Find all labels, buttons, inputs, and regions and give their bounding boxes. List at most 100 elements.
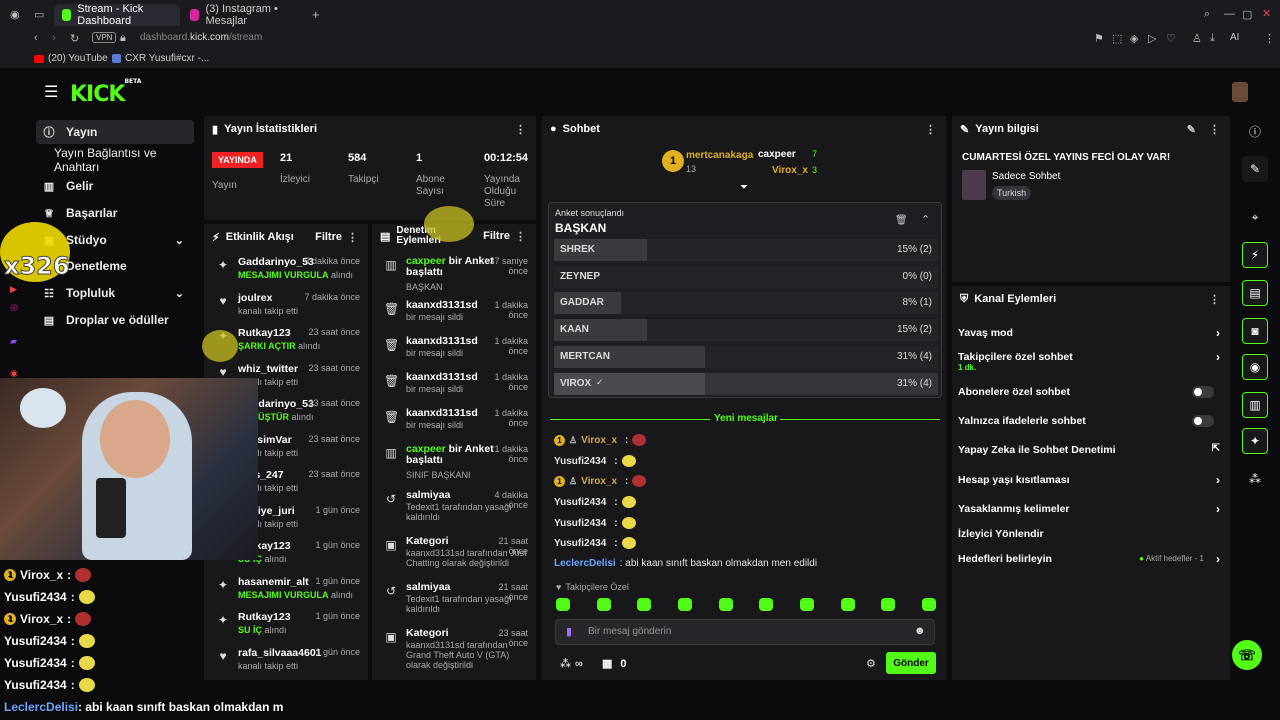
activity-username[interactable]: joulrex	[238, 292, 272, 304]
chevron-right-icon[interactable]: ›	[1216, 326, 1220, 340]
moderation-row[interactable]: 🗑︎ kaanxd3131sd 1 dakika önce bir mesajı si…	[382, 406, 528, 442]
chat-username[interactable]: LeclercDelisi	[554, 558, 616, 569]
bookmark-icon[interactable]: ⚑	[1094, 32, 1104, 45]
close-icon[interactable]: ✕	[1262, 7, 1271, 20]
moderation-row[interactable]: ▣ Kategori 21 saat önce kaanxd3131sd tarafı…	[382, 534, 528, 580]
moderation-row[interactable]: ▥ caxpeer bir Anket başlattı 1 dakika önce…	[382, 442, 528, 488]
activity-row[interactable]: ♥ joulrex 7 dakika önce kanalı takip etti	[214, 290, 360, 324]
moderation-actor[interactable]: kaanxd3131sd	[406, 335, 478, 347]
activity-row[interactable]: ✦ Gaddarinyo_53 5 dakika önce MESAJIMI VURG…	[214, 254, 360, 288]
edit-icon[interactable]: ✎	[1242, 156, 1268, 182]
emote-icon[interactable]	[840, 598, 855, 611]
layout-icon[interactable]: ▥	[1242, 392, 1268, 418]
new-tab-icon[interactable]: +	[312, 7, 320, 22]
kebab-icon[interactable]: ⋮	[1209, 293, 1220, 306]
bookmark-cxr[interactable]: CXR Yusufi#cxr -...	[112, 53, 209, 64]
bookmark-youtube[interactable]: (20) YouTube	[34, 53, 108, 64]
chevron-right-icon[interactable]: ›	[1216, 350, 1220, 364]
moderation-row[interactable]: ↺ salmiyaa 21 saat önce Tedexit1 tarafından…	[382, 580, 528, 626]
moderation-row[interactable]: 🗑︎ kaanxd3131sd 1 dakika önce bir mesajı si…	[382, 334, 528, 370]
filter-button[interactable]: Filtre	[315, 231, 342, 243]
channel-action-0[interactable]: Yavaş mod ›	[958, 326, 1228, 345]
moderation-actor[interactable]: salmiyaa	[406, 489, 450, 501]
trash-icon[interactable]: 🗑︎	[895, 215, 908, 226]
emote-icon[interactable]	[556, 598, 570, 611]
gear-icon[interactable]: ⚙︎	[866, 657, 876, 670]
kebab-icon[interactable]: ⋮	[515, 230, 526, 243]
moderation-actor[interactable]: Kategori	[406, 627, 449, 639]
channel-action-3[interactable]: Yalnızca ifadelerle sohbet	[958, 415, 1228, 433]
emote-icon[interactable]	[637, 598, 652, 611]
more-icon[interactable]: ⋮	[1264, 32, 1275, 45]
toggle-switch[interactable]	[1192, 386, 1214, 398]
emote-icon[interactable]	[677, 598, 692, 611]
forward-icon[interactable]: ›	[52, 32, 56, 44]
channel-action-5[interactable]: Hesap yaşı kısıtlaması ›	[958, 473, 1228, 492]
chevron-right-icon[interactable]: ›	[1216, 552, 1220, 566]
sidebar-item-gelir[interactable]: ▥ Gelir	[36, 174, 194, 198]
youtube-icon[interactable]: ▶	[10, 284, 17, 295]
channel-action-4[interactable]: Yapay Zeka ile Sohbet Denetimi ⇱	[958, 443, 1228, 462]
play-icon[interactable]: ▷	[1148, 32, 1156, 45]
kebab-icon[interactable]: ⋮	[515, 123, 526, 136]
activity-username[interactable]: hasanemir_alt	[238, 576, 309, 588]
shield-icon[interactable]: ◈	[1130, 32, 1138, 45]
top-gifter-name[interactable]: mertcanakaga	[686, 150, 753, 161]
sidebar-item-droplar[interactable]: ▤ Droplar ve ödüller	[36, 308, 194, 332]
moderation-actor[interactable]: kaanxd3131sd	[406, 299, 478, 311]
moderation-row[interactable]: 🗑︎ kaanxd3131sd 1 dakika önce bir mesajı si…	[382, 370, 528, 406]
category-name[interactable]: Sadece Sohbet	[992, 171, 1060, 182]
chat-icon[interactable]: ◙	[1242, 318, 1268, 344]
bolt-icon[interactable]: ⚡︎	[1242, 242, 1268, 268]
document-icon[interactable]: ▤	[1242, 280, 1268, 306]
activity-row[interactable]: ✦ hasanemir_alt 1 gün önce MESAJIMI VURGULA…	[214, 574, 360, 608]
browser-menu-icon[interactable]: ◉	[10, 8, 20, 21]
moderation-actor[interactable]: salmiyaa	[406, 581, 450, 593]
emote-icon[interactable]	[759, 598, 774, 611]
sidebar-item-yayin[interactable]: ⓘ Yayın	[36, 120, 194, 144]
moderation-actor[interactable]: Kategori	[406, 535, 449, 547]
kebab-icon[interactable]: ⋮	[1209, 123, 1220, 136]
chat-username[interactable]: Yusufi2434	[554, 538, 606, 549]
kick-logo[interactable]: KICKBETA	[70, 78, 141, 107]
moderation-actor[interactable]: kaanxd3131sd	[406, 407, 478, 419]
wrench-icon[interactable]: ✦	[1242, 428, 1268, 454]
target-icon[interactable]: ⌖	[1242, 204, 1268, 230]
channel-action-1[interactable]: Takipçilere özel sohbet 1 dk. ›	[958, 350, 1228, 372]
activity-row[interactable]: ♥ rafa_silvaaa4601 1 gün önce kanalı takip …	[214, 645, 360, 679]
moderation-actor[interactable]: kaanxd3131sd	[406, 371, 478, 383]
heart-icon[interactable]: ♡	[1166, 32, 1176, 45]
moderation-row[interactable]: ▥ caxpeer bir Anket başlattı 37 saniye önc…	[382, 254, 528, 298]
chat-input[interactable]: ▮ Bir mesaj gönderin ☻	[555, 619, 935, 645]
edit-icon[interactable]: ✎	[1187, 123, 1196, 136]
reload-icon[interactable]: ↻	[70, 32, 79, 45]
top-gifter-name[interactable]: caxpeer	[758, 149, 796, 160]
instagram-icon[interactable]: ◎	[10, 302, 18, 313]
hamburger-icon[interactable]: ☰	[44, 82, 58, 102]
activity-username[interactable]: Gaddarinyo_53	[238, 256, 314, 268]
activity-username[interactable]: Rutkay123	[238, 611, 291, 623]
record-icon[interactable]: ◉	[10, 368, 18, 379]
sidebar-item-stream-key[interactable]: Yayın Bağlantısı ve Anahtarı	[36, 146, 200, 174]
sidebar-item-basarilar[interactable]: ♕ Başarılar	[36, 201, 194, 225]
activity-username[interactable]: Rutkay123	[238, 327, 291, 339]
maximize-icon[interactable]: ▢	[1242, 8, 1252, 21]
emote-icon[interactable]	[596, 598, 611, 611]
activity-username[interactable]: rafa_silvaaa4601	[238, 647, 322, 659]
moderation-row[interactable]: ▣ Kategori 23 saat önce kaanxd3131sd tarafı…	[382, 626, 528, 676]
points-icon[interactable]: ⁂	[1242, 466, 1268, 492]
avatar[interactable]	[1232, 82, 1248, 102]
snapshot-icon[interactable]: ⬚	[1112, 32, 1122, 45]
download-icon[interactable]: ⤓	[1210, 32, 1215, 45]
minimize-icon[interactable]: —	[1224, 8, 1235, 20]
chevron-right-icon[interactable]: ›	[1216, 502, 1220, 516]
chevron-up-icon[interactable]: ⌃	[921, 213, 930, 226]
emote-icon[interactable]	[718, 598, 733, 611]
ai-button[interactable]: AI	[1230, 32, 1239, 43]
coins-display[interactable]: ▦ 0	[602, 657, 627, 671]
kebab-icon[interactable]: ⋮	[925, 123, 936, 136]
back-icon[interactable]: ‹	[34, 32, 38, 44]
moderation-row[interactable]: 🗑︎ kaanxd3131sd 1 dakika önce bir mesajı si…	[382, 298, 528, 334]
pin-icon[interactable]: ⏷	[740, 182, 748, 193]
support-icon[interactable]: ☏	[1232, 640, 1262, 670]
